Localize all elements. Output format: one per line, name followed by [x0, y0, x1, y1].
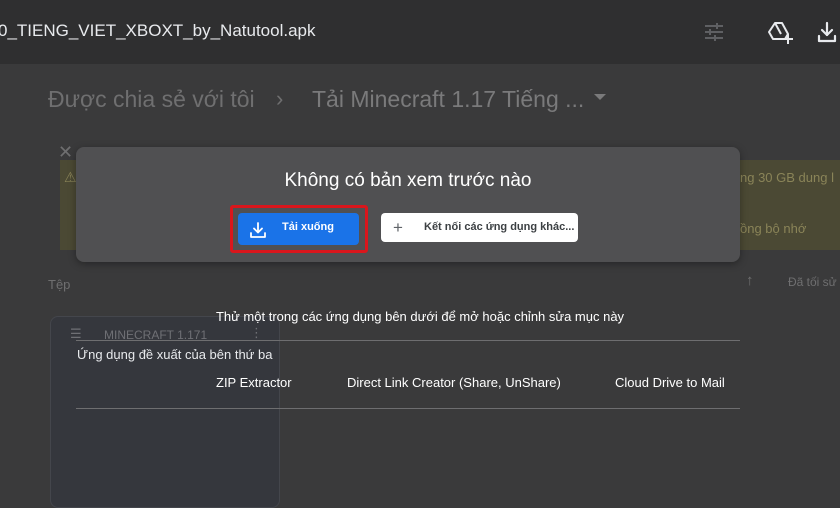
- file-title: 0_TIENG_VIET_XBOXT_by_Natutool.apk: [0, 21, 316, 40]
- background-page: Được chia sẻ với tôi › Tải Minecraft 1.1…: [0, 64, 840, 508]
- file-card: [50, 316, 280, 508]
- no-preview-title: Không có bản xem trước nào: [284, 170, 532, 191]
- storage-banner-text: ng 30 GB dung l: [740, 170, 834, 185]
- warning-icon: ⚠: [64, 169, 77, 185]
- app-zip-extractor[interactable]: ZIP Extractor: [216, 375, 292, 390]
- chevron-down-icon: [594, 94, 606, 100]
- no-preview-dialog: Không có bản xem trước nào Tải xuống + K…: [76, 147, 740, 262]
- tune-icon[interactable]: [700, 18, 728, 46]
- add-to-drive-icon[interactable]: [766, 18, 794, 46]
- try-apps-prompt: Thử một trong các ứng dụng bên dưới để m…: [215, 309, 625, 324]
- app-cloud-drive-to-mail[interactable]: Cloud Drive to Mail: [615, 375, 725, 390]
- download-button-label: Tải xuống: [282, 221, 334, 233]
- storage-banner-link: ồng bộ nhớ: [740, 221, 807, 236]
- breadcrumb-folder: Tải Minecraft 1.17 Tiếng ...: [312, 86, 585, 112]
- download-button[interactable]: Tải xuống: [238, 213, 359, 245]
- sort-label: Đã tối sử: [788, 275, 837, 289]
- sort-arrow-icon: ↑: [746, 272, 754, 289]
- breadcrumb-shared-with-me: Được chia sẻ với tôi: [48, 86, 255, 112]
- viewer-toolbar: 0_TIENG_VIET_XBOXT_by_Natutool.apk: [0, 0, 840, 64]
- breadcrumb-separator: ›: [276, 86, 284, 111]
- files-section-label: Tệp: [48, 277, 71, 292]
- app-direct-link-creator[interactable]: Direct Link Creator (Share, UnShare): [347, 375, 561, 390]
- third-party-apps-label: Ứng dụng đề xuất của bên thứ ba: [77, 347, 273, 362]
- connect-more-apps-label: Kết nối các ứng dụng khác...: [424, 221, 575, 233]
- connect-more-apps-button[interactable]: + Kết nối các ứng dụng khác...: [381, 213, 578, 242]
- plus-icon: +: [393, 218, 403, 237]
- divider: [76, 408, 740, 409]
- download-icon: [250, 222, 266, 238]
- divider: [76, 340, 740, 341]
- download-icon[interactable]: [815, 18, 840, 46]
- more-vert-icon: ⋮: [250, 325, 263, 340]
